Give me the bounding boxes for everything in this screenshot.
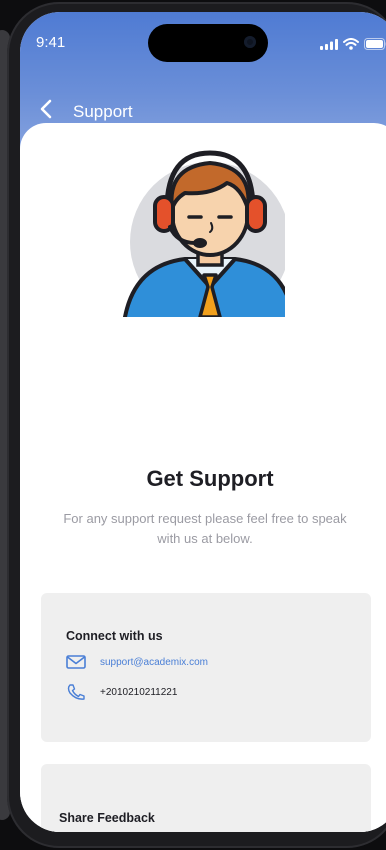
email-row[interactable]: support@academix.com bbox=[66, 655, 208, 669]
phone-number[interactable]: +2010210211221 bbox=[100, 687, 177, 698]
phone-row[interactable]: +2010210211221 bbox=[66, 683, 177, 701]
dynamic-island bbox=[148, 24, 268, 62]
chevron-left-icon bbox=[40, 99, 52, 119]
signal-icon bbox=[320, 38, 338, 50]
battery-icon bbox=[364, 38, 386, 50]
status-icons bbox=[320, 38, 386, 50]
back-button[interactable] bbox=[36, 98, 56, 120]
mail-icon bbox=[66, 655, 86, 669]
connect-panel: Connect with us support@academix.com +20… bbox=[41, 593, 371, 742]
feedback-panel[interactable]: Share Feedback bbox=[41, 764, 371, 832]
status-time: 9:41 bbox=[36, 34, 66, 51]
phone-icon bbox=[67, 684, 85, 700]
wifi-icon bbox=[343, 38, 359, 50]
page-title: Support bbox=[73, 102, 133, 121]
connect-title: Connect with us bbox=[66, 629, 163, 643]
feedback-title: Share Feedback bbox=[59, 811, 155, 825]
hero-subtitle: For any support request please feel free… bbox=[63, 511, 347, 546]
app-screen: 9:41 Support Get Support For any support… bbox=[20, 12, 386, 832]
hero-title: Get Support bbox=[146, 466, 274, 491]
email-link[interactable]: support@academix.com bbox=[100, 657, 208, 668]
camera-icon bbox=[244, 36, 256, 48]
support-agent-illustration bbox=[115, 147, 295, 419]
